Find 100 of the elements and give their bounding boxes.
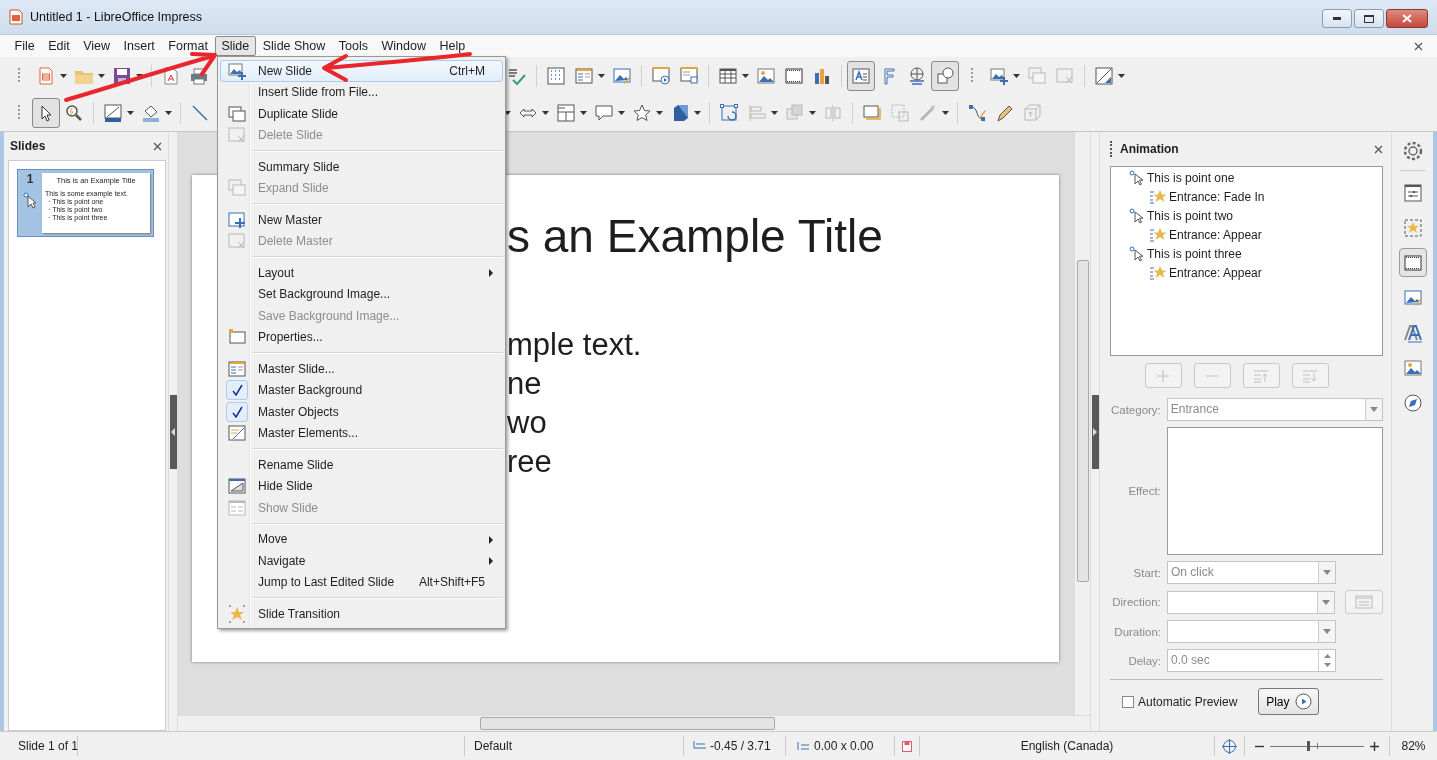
duplicate-icon[interactable] — [227, 103, 247, 124]
menu-item[interactable]: Summary Slide — [220, 156, 503, 178]
menu-item[interactable]: Master Slide... — [220, 358, 503, 380]
menu-item[interactable]: Format — [161, 36, 215, 56]
dropdown-caret-icon[interactable] — [742, 73, 749, 78]
collapse-handle[interactable] — [169, 394, 177, 469]
play-button[interactable]: Play — [1258, 688, 1320, 715]
close-button[interactable] — [1386, 9, 1428, 28]
spin-up-icon[interactable] — [1323, 654, 1331, 659]
dropdown-caret-icon[interactable] — [98, 73, 105, 78]
dropdown-caret-icon[interactable] — [942, 110, 949, 115]
document-modified-icon[interactable] — [902, 740, 912, 752]
basic-shapes-icon[interactable] — [935, 65, 955, 86]
shadow-icon[interactable] — [862, 102, 882, 123]
zoom-level[interactable]: 82% — [1390, 736, 1437, 756]
checkbox-label[interactable]: Automatic Preview — [1138, 694, 1238, 709]
close-icon[interactable] — [1414, 41, 1423, 51]
tree-item[interactable]: This is point three — [1147, 246, 1242, 261]
layout-grid-icon[interactable] — [556, 102, 576, 123]
menu-item[interactable]: Help — [432, 36, 472, 56]
dropdown-caret-icon[interactable] — [694, 110, 701, 115]
globe-icon[interactable] — [907, 65, 927, 86]
menu-item[interactable]: Insert Slide from File... — [220, 81, 503, 103]
menu-item[interactable]: New Slide Ctrl+M — [220, 60, 503, 82]
menu-item[interactable]: Set Background Image... — [220, 283, 503, 305]
picture-icon[interactable] — [756, 65, 776, 86]
status-text[interactable]: English (Canada) — [920, 736, 1215, 756]
fit-slide-icon[interactable] — [1222, 738, 1237, 754]
maximize-button[interactable] — [1354, 9, 1384, 28]
printer-icon[interactable] — [189, 65, 209, 86]
tree-item[interactable]: Entrance: Appear — [1169, 265, 1262, 280]
dropdown-caret-icon[interactable] — [1013, 73, 1020, 78]
menu-item[interactable]: Tools — [332, 36, 375, 56]
menu-item[interactable]: Properties... — [220, 326, 503, 348]
dropdown-caret-icon[interactable] — [136, 73, 143, 78]
dropdown-caret-icon[interactable] — [165, 110, 172, 115]
table-icon[interactable] — [718, 65, 738, 86]
menu-item[interactable]: Move — [220, 528, 503, 550]
master-slide-icon[interactable] — [227, 358, 247, 379]
line-style-icon[interactable] — [1094, 65, 1114, 86]
menu-item[interactable]: New Master — [220, 209, 503, 231]
tree-item[interactable]: This is point two — [1147, 208, 1234, 223]
close-icon[interactable] — [1374, 144, 1383, 154]
horizontal-scrollbar[interactable] — [178, 715, 1090, 731]
close-icon[interactable] — [153, 141, 162, 151]
basic-shapes-button[interactable] — [931, 60, 959, 91]
vertical-scrollbar[interactable] — [1074, 132, 1090, 715]
menu-item[interactable]: View — [76, 36, 117, 56]
dropdown-caret-icon[interactable] — [656, 110, 663, 115]
zoom-in-icon[interactable] — [1370, 741, 1379, 751]
star-icon[interactable] — [227, 603, 247, 624]
master-elements-icon[interactable] — [227, 423, 247, 444]
dropdown-caret-icon[interactable] — [1118, 73, 1125, 78]
film-strip-icon[interactable] — [784, 65, 804, 86]
tree-item[interactable]: Entrance: Appear — [1169, 227, 1262, 242]
effect-list[interactable] — [1166, 427, 1383, 555]
rotate-icon[interactable] — [719, 102, 739, 123]
menu-item[interactable]: Edit — [41, 36, 77, 56]
collapse-handle[interactable] — [1091, 394, 1099, 469]
grid-icon[interactable] — [546, 65, 566, 86]
menu-item[interactable]: Master Background — [220, 379, 503, 401]
spin-down-icon[interactable] — [1323, 662, 1331, 667]
text-box-icon[interactable] — [851, 65, 871, 86]
line-color-icon[interactable] — [103, 102, 123, 123]
tree-item[interactable]: Entrance: Fade In — [1169, 189, 1265, 204]
menu-item[interactable]: Hide Slide — [220, 475, 503, 497]
settings-icon[interactable] — [1401, 140, 1424, 162]
star-icon[interactable] — [632, 102, 652, 123]
slide-plus-icon[interactable] — [227, 209, 247, 230]
dropdown-caret-icon[interactable] — [542, 110, 549, 115]
tree-item[interactable]: This is point one — [1147, 170, 1235, 185]
menu-item[interactable]: Jump to Last Edited Slide Alt+Shift+F5 — [220, 571, 503, 593]
menu-item[interactable]: Master Elements... — [220, 422, 503, 444]
checkbox[interactable] — [1122, 695, 1134, 708]
text-box-button[interactable] — [847, 60, 875, 91]
pointer-button[interactable] — [32, 97, 60, 128]
dropdown-caret-icon[interactable] — [127, 110, 134, 115]
picture-pencil-icon[interactable] — [612, 65, 632, 86]
bezier-points-icon[interactable] — [967, 102, 987, 123]
menu-item[interactable]: Slide Transition — [220, 603, 503, 625]
menu-item[interactable]: Navigate — [220, 550, 503, 572]
dropdown-caret-icon[interactable] — [809, 110, 816, 115]
dropdown-caret-icon[interactable] — [504, 110, 511, 115]
menu-item[interactable]: Master Objects — [220, 401, 503, 423]
menu-item[interactable]: Duplicate Slide — [220, 103, 503, 125]
dropdown-caret-icon[interactable] — [771, 110, 778, 115]
menu-item[interactable]: Window — [374, 36, 433, 56]
magnifier-icon[interactable] — [64, 102, 84, 123]
menu-item[interactable]: Insert — [117, 36, 162, 56]
picture-plus-icon[interactable] — [227, 60, 247, 81]
dropdown-caret-icon[interactable] — [618, 110, 625, 115]
presentation-screen-icon[interactable] — [679, 65, 699, 86]
menu-item[interactable]: Slide Show — [256, 36, 332, 56]
picture-plus-icon[interactable] — [989, 65, 1009, 86]
menu-item[interactable]: File — [8, 36, 42, 56]
menu-item[interactable]: Slide — [214, 36, 256, 56]
menu-item[interactable]: Layout — [220, 262, 503, 284]
dropdown-caret-icon[interactable] — [598, 73, 605, 78]
dropdown-caret-icon[interactable] — [580, 110, 587, 115]
animation-list[interactable]: This is point one Entrance: Fade In This is point two Entrance: Appear This is point three Entrance: Appear — [1110, 166, 1383, 356]
